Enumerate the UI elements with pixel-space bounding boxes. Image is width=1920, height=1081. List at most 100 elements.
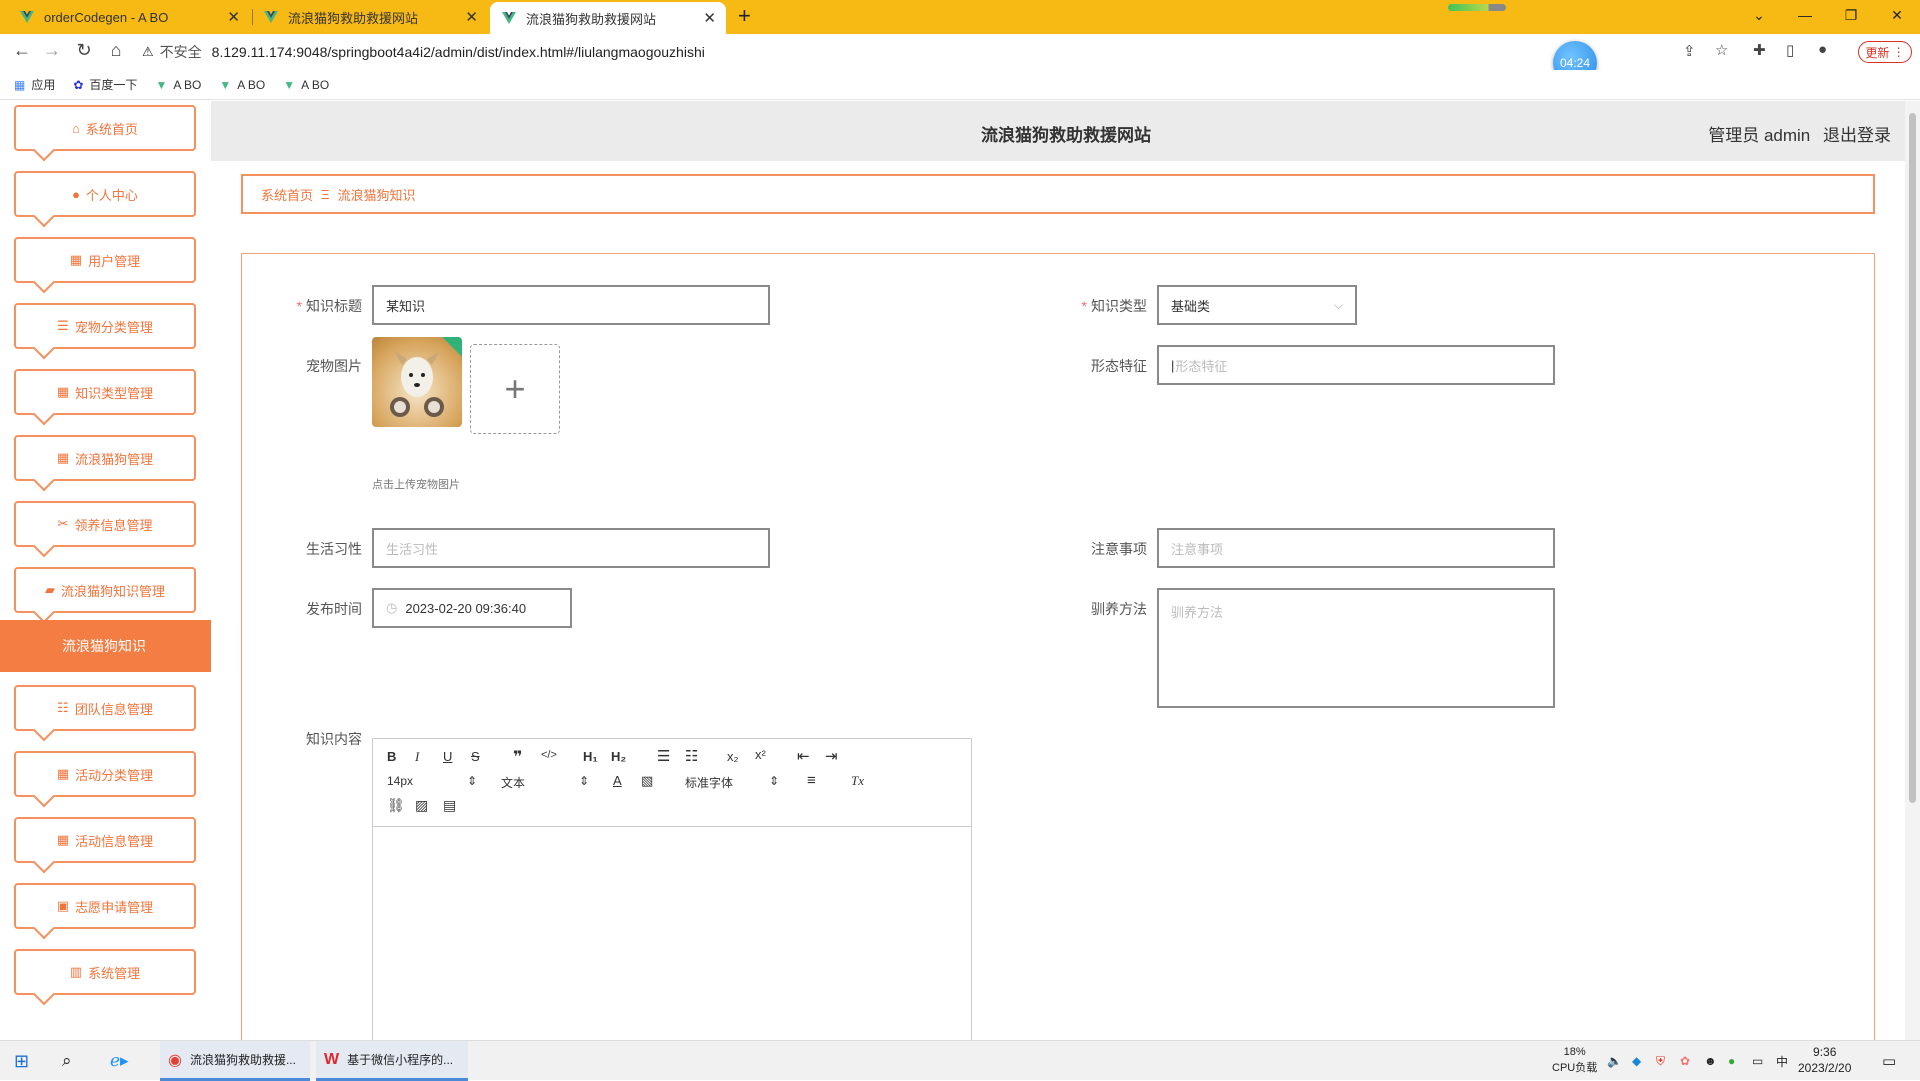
forward-icon[interactable]: → [40,40,64,61]
sidebar-item-system[interactable]: ▥ 系统管理 [14,949,196,995]
editor-content-area[interactable] [373,828,971,1040]
browser-tab-active[interactable]: 流浪猫狗救助救援网站 ✕ [490,2,726,34]
notes-input[interactable]: 注意事项 [1157,528,1555,568]
extensions-icon[interactable]: ✚ [1753,41,1766,59]
taskbar-app-chrome[interactable]: ◉ 流浪猫狗救助救援... [160,1041,310,1081]
pet-image-thumbnail[interactable] [372,337,462,427]
title-input[interactable]: 某知识 [372,285,770,325]
update-button[interactable]: 更新 ⋮ [1858,41,1912,63]
image-icon[interactable]: ▨ [415,797,428,814]
wechat-icon[interactable]: ● [1728,1041,1735,1081]
background-color-icon[interactable]: ▧ [641,773,653,789]
scrollbar-thumb[interactable] [1909,113,1916,803]
heading1-icon[interactable]: H₁ [583,749,598,764]
underline-icon[interactable]: U [443,749,452,764]
font-color-icon[interactable]: A [613,773,622,788]
back-icon[interactable]: ← [10,40,34,61]
sidebar-item-users[interactable]: ▦ 用户管理 [14,237,196,283]
minimize-icon[interactable]: — [1782,0,1828,30]
star-icon[interactable]: ☆ [1715,41,1728,59]
type-select[interactable]: 基础类 ⌵ [1157,285,1357,325]
sidebar-item-activity-categories[interactable]: ▦ 活动分类管理 [14,751,196,797]
heading2-icon[interactable]: H₂ [611,749,626,764]
network-icon[interactable]: ▭ [1752,1041,1763,1081]
bookmark-apps[interactable]: ▦ 应用 [14,76,55,93]
blockquote-icon[interactable]: ❞ [513,747,522,767]
sidebar-item-pet-categories[interactable]: ☰ 宠物分类管理 [14,303,196,349]
habits-input[interactable]: 生活习性 [372,528,770,568]
sidebar-item-knowledge-types[interactable]: ▦ 知识类型管理 [14,369,196,415]
system-clock[interactable]: 9:36 2023/2/20 [1798,1044,1851,1076]
font-size-select[interactable]: 14px ⇕ [387,774,477,788]
ie-browser-icon[interactable]: ℯ▸ [110,1041,129,1081]
windows-start-icon[interactable]: ⊞ [14,1041,29,1081]
breadcrumb-home[interactable]: 系统首页 [261,185,313,204]
taskbar-app-wps[interactable]: W 基于微信小程序的... [316,1041,468,1081]
subscript-icon[interactable]: x₂ [727,749,739,764]
close-icon[interactable]: ✕ [227,8,240,26]
network-app-icon[interactable]: ◆ [1632,1041,1641,1081]
notification-icon[interactable]: ▭ [1882,1041,1896,1081]
italic-icon[interactable]: I [415,749,419,765]
bullet-list-icon[interactable]: ☷ [685,747,698,765]
security-app-icon[interactable]: ⛨ [1656,1041,1665,1081]
bookmark-abo[interactable]: ▼ A BO [283,78,329,92]
outdent-icon[interactable]: ⇤ [797,747,810,765]
bold-icon[interactable]: B [387,749,396,764]
update-label: 更新 [1865,45,1890,60]
bookmark-abo[interactable]: ▼ A BO [155,78,201,92]
sidebar-item-strays[interactable]: ▦ 流浪猫狗管理 [14,435,196,481]
font-family-select[interactable]: 标准字体 ⇕ [685,774,785,791]
block-type-select[interactable]: 文本 ⇕ [501,774,591,791]
reload-icon[interactable]: ↻ [72,40,96,61]
page-scrollbar[interactable] [1905,101,1920,1040]
close-icon[interactable]: ✕ [703,9,716,27]
restore-icon[interactable]: ❐ [1828,0,1874,30]
ordered-list-icon[interactable]: ☰ [657,747,670,765]
browser-tab[interactable]: orderCodegen - A BO ✕ [8,0,250,34]
sidebar-item-profile[interactable]: ● 个人中心 [14,171,196,217]
clear-format-icon[interactable]: Tx [851,773,864,789]
code-icon[interactable]: </> [541,749,557,761]
sidebar-subitem-knowledge-active[interactable]: 流浪猫狗知识 [0,620,211,672]
align-icon[interactable]: ≡ [807,772,816,789]
link-icon[interactable]: ⛓ [387,797,405,814]
volume-icon[interactable]: 🔈 [1607,1041,1622,1081]
bookmark-abo[interactable]: ▼ A BO [219,78,265,92]
tray-app-icon[interactable]: ✿ [1680,1041,1690,1081]
window-close-icon[interactable]: ✕ [1874,0,1920,30]
home-icon[interactable]: ⌂ [104,40,128,61]
new-tab-icon[interactable]: + [738,3,751,29]
url-field[interactable]: ⚠ 不安全 8.129.11.174:9048/springboot4a4i2/… [142,37,1662,67]
clock-icon: ◷ [386,600,398,615]
video-icon[interactable]: ▤ [443,797,456,814]
sidebar-item-home[interactable]: ⌂ 系统首页 [14,105,196,151]
sidebar-item-label: 领养信息管理 [74,517,153,533]
indent-icon[interactable]: ⇥ [825,747,838,765]
wps-icon: W [324,1050,340,1068]
search-icon[interactable]: ⌕ [62,1041,72,1081]
training-textarea[interactable]: 驯养方法 [1157,588,1555,708]
qq-icon[interactable]: ☻ [1704,1041,1717,1081]
logout-link[interactable]: 退出登录 [1823,126,1891,145]
ime-indicator[interactable]: 中 [1776,1041,1788,1081]
chevron-down-icon[interactable]: ⌄ [1736,0,1782,30]
sidebar-item-volunteer[interactable]: ▣ 志愿申请管理 [14,883,196,929]
bookmark-label: 百度一下 [89,78,138,92]
sidebar-item-adoption[interactable]: ✂ 领养信息管理 [14,501,196,547]
publish-time-picker[interactable]: ◷ 2023-02-20 09:36:40 [372,588,572,628]
image-upload-plus-icon[interactable]: + [470,344,560,434]
sidebar-item-activities[interactable]: ▦ 活动信息管理 [14,817,196,863]
side-panel-icon[interactable]: ▯ [1786,41,1794,59]
clipboard-icon: ▣ [56,898,70,913]
features-input[interactable]: | 形态特征 [1157,345,1555,385]
sidebar-item-stray-knowledge[interactable]: ▰ 流浪猫狗知识管理 [14,567,196,613]
bookmark-baidu[interactable]: ✿ 百度一下 [73,76,137,93]
browser-tab[interactable]: 流浪猫狗救助救援网站 ✕ [252,0,488,34]
share-icon[interactable]: ⇪ [1683,42,1696,60]
close-icon[interactable]: ✕ [465,8,478,26]
sidebar-item-teams[interactable]: ☷ 团队信息管理 [14,685,196,731]
strikethrough-icon[interactable]: S [471,749,480,764]
profile-icon[interactable]: ● [1818,41,1827,58]
superscript-icon[interactable]: x² [755,747,766,762]
